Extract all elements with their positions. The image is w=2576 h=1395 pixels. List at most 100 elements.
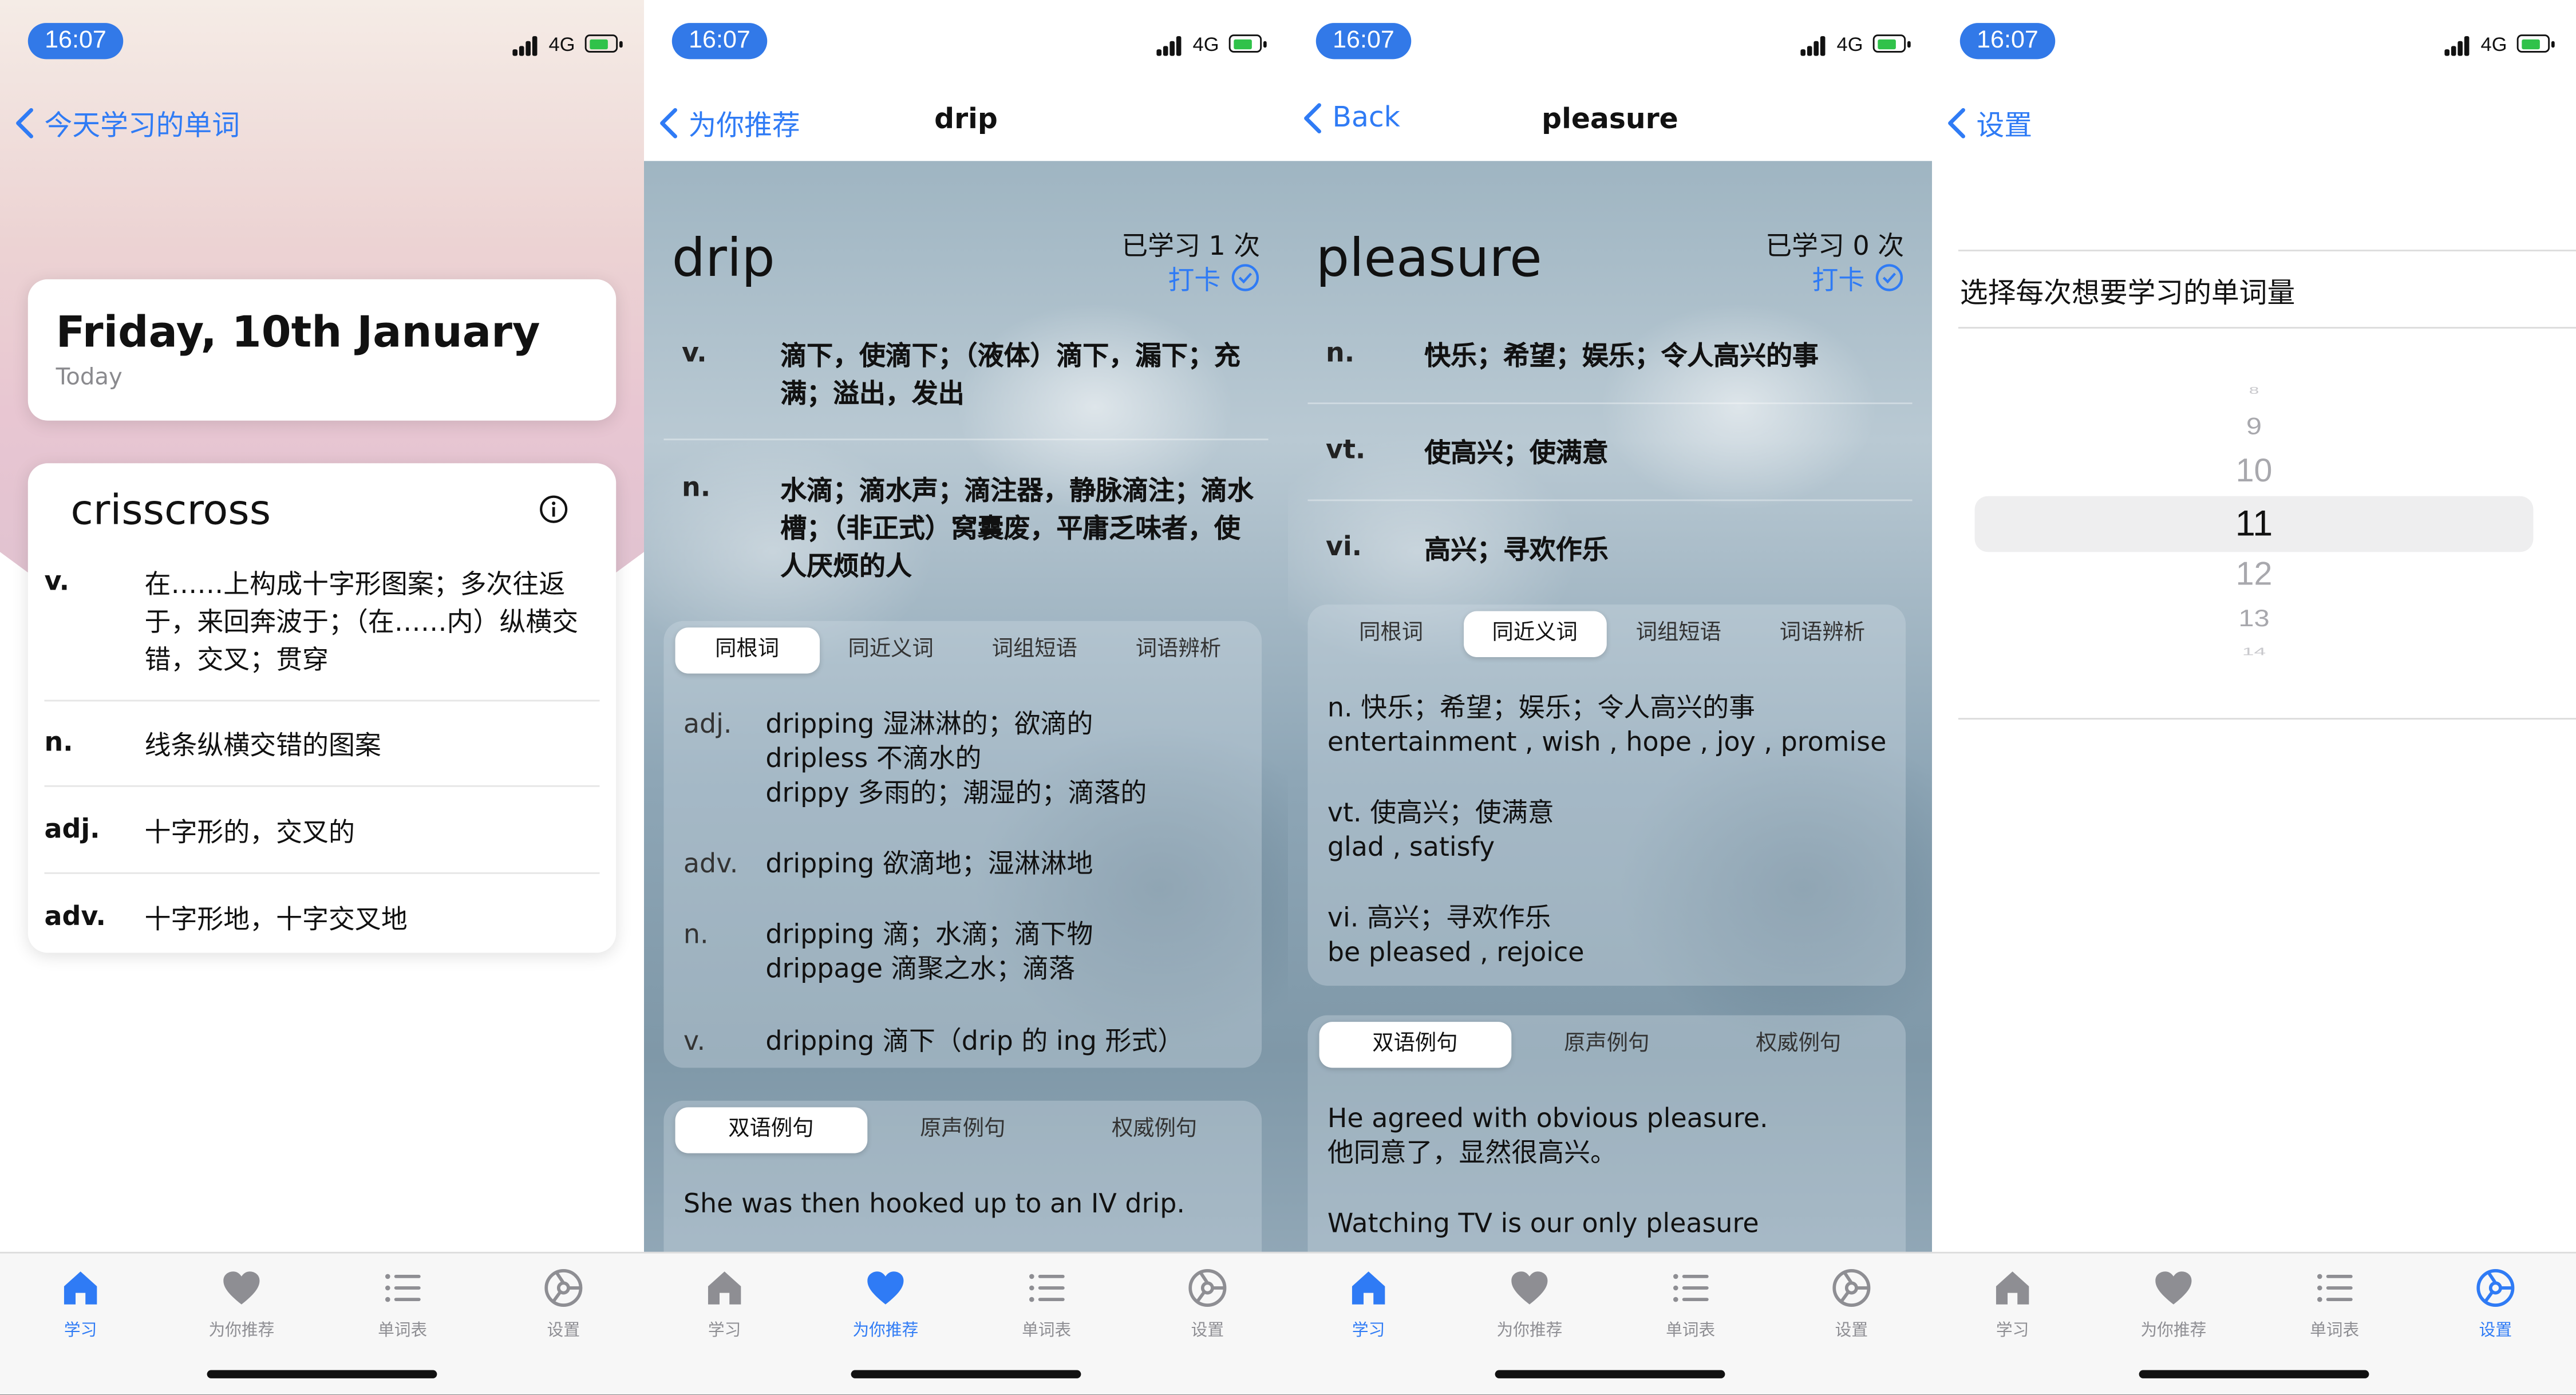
checkmark-circle-icon (1875, 264, 1903, 291)
segment-synonyms[interactable]: 同近义词 (1463, 611, 1607, 657)
word-title: pleasure (1315, 227, 1542, 290)
signal-icon (1800, 36, 1830, 56)
status-bar: 16:07 4G (1932, 0, 2576, 82)
network-label: 4G (1192, 33, 1219, 56)
screen-word-drip: 16:07 4G 为你推荐 drip drip 已学习 1 次 打卡 v. 滴下… (644, 0, 1289, 1395)
tab-settings[interactable]: 设置 (483, 1267, 644, 1349)
gear-icon (1832, 1268, 1871, 1307)
segment-phrases[interactable]: 词组短语 (963, 627, 1107, 673)
picker-option[interactable]: 13 (1932, 606, 2576, 634)
info-icon[interactable] (539, 495, 568, 524)
tab-settings[interactable]: 设置 (1771, 1267, 1932, 1349)
home-indicator (851, 1370, 1081, 1378)
picker-option[interactable]: 14 (1932, 645, 2576, 658)
definition-text: 高兴；寻欢作乐 (1424, 534, 1609, 566)
part-of-speech: vt. (1326, 433, 1366, 465)
checkin-label: 打卡 (1168, 264, 1221, 296)
example-sentence-next: Watching TV is our only pleasure (1327, 1207, 1759, 1239)
segment-phrases[interactable]: 词组短语 (1607, 611, 1751, 657)
tab-study[interactable]: 学习 (1288, 1267, 1449, 1349)
part-of-speech: v. (682, 337, 707, 368)
part-of-speech: n. (44, 726, 73, 758)
status-time: 16:07 (671, 23, 768, 60)
network-label: 4G (1836, 33, 1863, 56)
tab-recommend[interactable]: 为你推荐 (1449, 1267, 1610, 1349)
status-time: 16:07 (1315, 23, 1412, 60)
segment-synonyms[interactable]: 同近义词 (819, 627, 963, 673)
segment-discrimination[interactable]: 词语辨析 (1107, 627, 1250, 673)
learned-count: 已学习 1 次 (1121, 230, 1261, 262)
definition-text: 滴下，使滴下；（液体）滴下，漏下；充满；溢出，发出 (780, 340, 1240, 409)
word-card[interactable]: crisscross v. 在……上构成十字形图案；多次往返于，来回奔波于；（在… (27, 463, 617, 953)
tab-wordlist[interactable]: 单词表 (322, 1267, 483, 1349)
definition-row: v. 滴下，使滴下；（液体）滴下，漏下；充满；溢出，发出 (663, 337, 1269, 441)
segment-authoritative[interactable]: 权威例句 (1702, 1022, 1894, 1068)
related-segmented-control: 同根词 同近义词 词组短语 词语辨析 (675, 627, 1250, 674)
synonym-meaning: vt. 使高兴；使满意 (1327, 796, 1554, 828)
picker-option[interactable]: 12 (1932, 557, 2576, 595)
segment-cognates[interactable]: 同根词 (1319, 611, 1463, 657)
segment-bilingual[interactable]: 双语例句 (675, 1107, 867, 1153)
cognate-line: dripping 欲滴地；湿淋淋地 (765, 847, 1093, 879)
picker-option[interactable]: 10 (1932, 453, 2576, 491)
picker-option[interactable]: 8 (1932, 386, 2576, 397)
back-button[interactable]: 今天学习的单词 (15, 102, 240, 143)
definition-row: v. 在……上构成十字形图案；多次往返于，来回奔波于；（在……内）纵横交错，交叉… (44, 565, 600, 702)
synonym-words: be pleased , rejoice (1327, 936, 1585, 968)
tab-study[interactable]: 学习 (1932, 1267, 2093, 1349)
picker-option-selected[interactable]: 11 (1932, 503, 2576, 546)
back-button[interactable]: 设置 (1947, 102, 2032, 143)
tab-wordlist[interactable]: 单词表 (1610, 1267, 1771, 1349)
related-segmented-control: 同根词 同近义词 词组短语 词语辨析 (1319, 611, 1894, 657)
cognate-line: dripping 滴；水滴；滴下物 (765, 918, 1093, 950)
examples-segmented-control: 双语例句 原声例句 权威例句 (1319, 1022, 1894, 1068)
nav-bar: 今天学习的单词 (0, 82, 644, 161)
definition-text: 水滴；滴水声；滴注器，静脉滴注；滴水槽；（非正式）窝囊废，平庸乏味者，使人厌烦的… (780, 475, 1254, 582)
checkin-label: 打卡 (1812, 264, 1865, 296)
nav-bar: 为你推荐 drip (644, 82, 1288, 161)
tab-study[interactable]: 学习 (0, 1267, 161, 1349)
definition-row: n. 水滴；滴水声；滴注器，静脉滴注；滴水槽；（非正式）窝囊废，平庸乏味者，使人… (663, 472, 1268, 590)
picker-option[interactable]: 9 (1932, 413, 2576, 441)
network-label: 4G (548, 33, 575, 56)
tab-settings[interactable]: 设置 (2415, 1267, 2576, 1349)
signal-icon (1156, 36, 1186, 56)
segment-audio[interactable]: 原声例句 (1511, 1022, 1702, 1068)
checkin-button[interactable]: 打卡 (1168, 258, 1260, 298)
example-chinese: 他同意了，显然很高兴。 (1327, 1136, 1617, 1168)
home-indicator (207, 1370, 437, 1378)
part-of-speech: adv. (683, 847, 738, 879)
cognate-line: dripping 湿淋淋的；欲滴的 (765, 708, 1093, 740)
related-words-panel: 同根词 同近义词 词组短语 词语辨析 adj. dripping 湿淋淋的；欲滴… (663, 621, 1262, 1068)
list-icon (1029, 1274, 1065, 1302)
part-of-speech: v. (44, 565, 70, 596)
segment-cognates[interactable]: 同根词 (675, 627, 819, 674)
tab-wordlist[interactable]: 单词表 (966, 1267, 1127, 1349)
tab-recommend[interactable]: 为你推荐 (2093, 1267, 2254, 1349)
segment-bilingual[interactable]: 双语例句 (1319, 1022, 1511, 1068)
tab-recommend[interactable]: 为你推荐 (805, 1267, 966, 1349)
definition-row: vi. 高兴；寻欢作乐 (1307, 531, 1912, 580)
list-icon (385, 1274, 421, 1302)
list-icon (2317, 1274, 2353, 1302)
battery-icon (1228, 34, 1267, 53)
home-icon (708, 1271, 741, 1305)
tab-settings[interactable]: 设置 (1127, 1267, 1288, 1349)
cognate-group: adj. dripping 湿淋淋的；欲滴的 dripless 不滴水的 dri… (683, 706, 1250, 815)
date-title: Friday, 10th January (56, 309, 540, 358)
tab-wordlist[interactable]: 单词表 (2254, 1267, 2415, 1349)
tab-recommend[interactable]: 为你推荐 (161, 1267, 322, 1349)
chevron-left-icon (16, 107, 33, 138)
word-title: crisscross (70, 486, 271, 534)
segment-authoritative[interactable]: 权威例句 (1058, 1107, 1250, 1153)
tab-study[interactable]: 学习 (644, 1267, 805, 1349)
list-icon (1673, 1274, 1709, 1302)
status-bar: 16:07 4G (0, 0, 644, 82)
status-bar: 16:07 4G (644, 0, 1288, 82)
status-bar: 16:07 4G (1288, 0, 1932, 82)
segment-discrimination[interactable]: 词语辨析 (1751, 611, 1894, 657)
segment-audio[interactable]: 原声例句 (867, 1107, 1058, 1153)
part-of-speech: n. (1326, 337, 1355, 368)
divider (1958, 250, 2576, 252)
checkin-button[interactable]: 打卡 (1812, 258, 1904, 298)
